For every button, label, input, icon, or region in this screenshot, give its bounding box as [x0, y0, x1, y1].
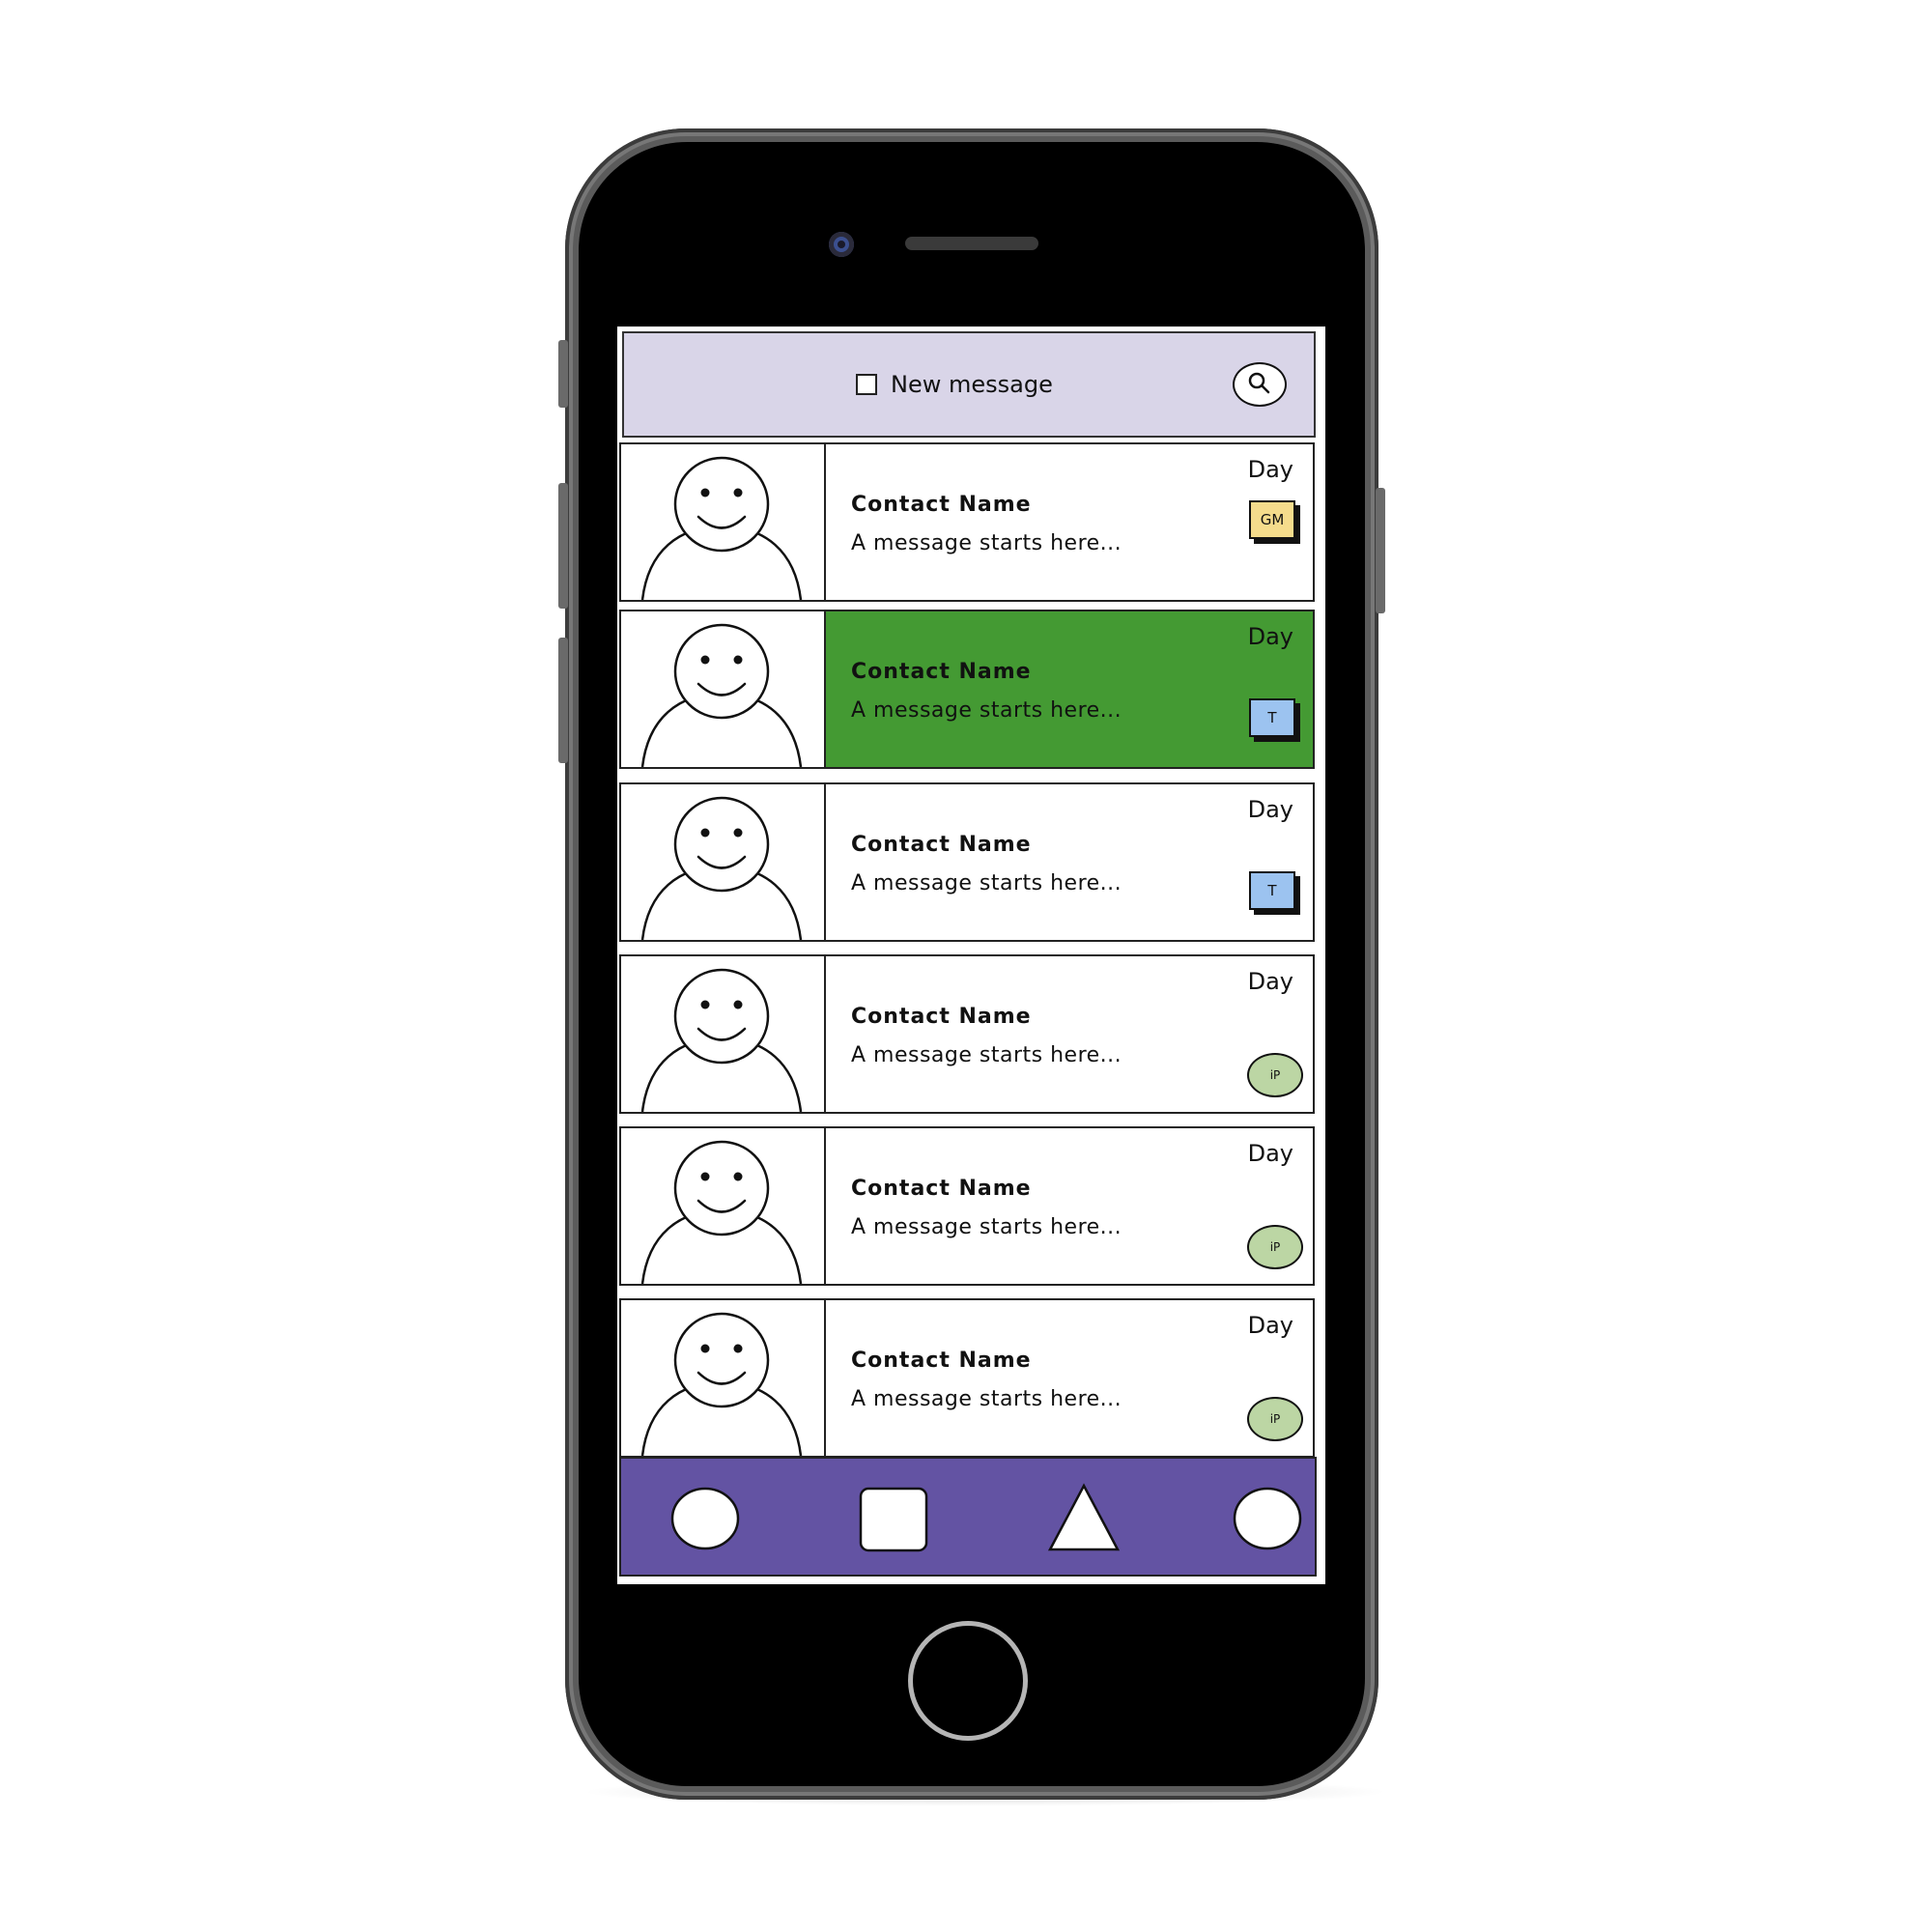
home-button[interactable]: [908, 1621, 1028, 1741]
search-button[interactable]: [1233, 362, 1287, 407]
contact-name: Contact Name: [851, 1005, 1032, 1029]
message-preview: A message starts here...: [851, 1387, 1122, 1411]
message-day: Day: [1247, 623, 1293, 650]
message-content: Contact Name A message starts here... Day i…: [826, 1128, 1313, 1284]
circle-icon[interactable]: [1232, 1486, 1303, 1551]
message-row[interactable]: Contact Name A message starts here... Day i…: [619, 1126, 1315, 1286]
source-badge: T: [1249, 871, 1295, 910]
new-message-label: New message: [891, 371, 1053, 398]
message-day: Day: [1247, 968, 1293, 995]
person-avatar-icon: [640, 796, 803, 941]
message-content: Contact Name A message starts here... Day i…: [826, 1300, 1313, 1456]
volume-down-button: [558, 638, 568, 763]
person-avatar-icon: [640, 1312, 803, 1457]
search-icon: [1248, 372, 1270, 394]
contact-avatar: [621, 611, 826, 768]
message-preview: A message starts here...: [851, 1215, 1122, 1239]
message-content: Contact Name A message starts here... Day T: [826, 611, 1313, 767]
contact-avatar: [621, 784, 826, 941]
top-bar: New message: [622, 331, 1316, 438]
square-icon[interactable]: [858, 1486, 929, 1553]
message-day: Day: [1247, 1312, 1293, 1339]
message-preview: A message starts here...: [851, 698, 1122, 723]
contact-avatar: [621, 1300, 826, 1457]
earpiece-speaker: [905, 237, 1038, 250]
message-preview: A message starts here...: [851, 531, 1122, 555]
contact-name: Contact Name: [851, 1349, 1032, 1373]
message-content: Contact Name A message starts here... Day G…: [826, 444, 1313, 600]
message-content: Contact Name A message starts here... Day T: [826, 784, 1313, 940]
message-preview: A message starts here...: [851, 871, 1122, 895]
message-day: Day: [1247, 796, 1293, 823]
power-button: [1376, 488, 1385, 613]
circle-icon[interactable]: [669, 1486, 741, 1551]
message-day: Day: [1247, 1140, 1293, 1167]
mute-switch: [558, 340, 568, 408]
person-avatar-icon: [640, 968, 803, 1113]
app-screen: New message Contact Name A message starts…: [617, 327, 1325, 1584]
contact-name: Contact Name: [851, 1177, 1032, 1201]
message-row[interactable]: Contact Name A message starts here... Day T: [619, 610, 1315, 769]
message-day: Day: [1247, 456, 1293, 483]
front-camera: [829, 232, 854, 257]
contact-avatar: [621, 956, 826, 1113]
message-row[interactable]: Contact Name A message starts here... Day G…: [619, 442, 1315, 602]
person-avatar-icon: [640, 1140, 803, 1285]
person-avatar-icon: [640, 623, 803, 768]
source-badge: T: [1249, 698, 1295, 737]
message-row[interactable]: Contact Name A message starts here... Day i…: [619, 1298, 1315, 1458]
message-row[interactable]: Contact Name A message starts here... Day i…: [619, 954, 1315, 1114]
contact-name: Contact Name: [851, 660, 1032, 684]
contact-avatar: [621, 1128, 826, 1285]
triangle-icon[interactable]: [1046, 1482, 1122, 1553]
message-content: Contact Name A message starts here... Day i…: [826, 956, 1313, 1112]
contact-name: Contact Name: [851, 493, 1032, 517]
contact-avatar: [621, 444, 826, 601]
volume-up-button: [558, 483, 568, 609]
source-badge: GM: [1249, 500, 1295, 539]
bottom-nav-bar: [619, 1457, 1317, 1577]
message-row[interactable]: Contact Name A message starts here... Day T: [619, 782, 1315, 942]
source-badge: iP: [1247, 1397, 1303, 1441]
person-avatar-icon: [640, 456, 803, 601]
new-message-button[interactable]: New message: [856, 370, 1053, 399]
new-message-checkbox-icon: [856, 374, 877, 395]
source-badge: iP: [1247, 1053, 1303, 1097]
message-preview: A message starts here...: [851, 1043, 1122, 1067]
contact-name: Contact Name: [851, 833, 1032, 857]
source-badge: iP: [1247, 1225, 1303, 1269]
